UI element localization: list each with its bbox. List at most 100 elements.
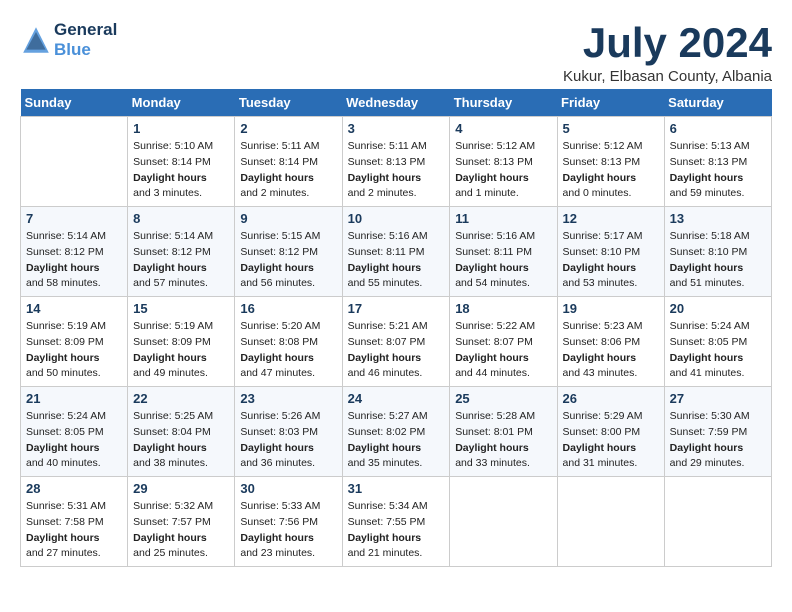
week-row-4: 21Sunrise: 5:24 AM Sunset: 8:05 PM Dayli…	[21, 387, 772, 477]
day-cell: 8Sunrise: 5:14 AM Sunset: 8:12 PM Daylig…	[128, 207, 235, 297]
day-cell: 25 Sunrise: 5:28 AM Sunset: 8:01 PM Dayli…	[450, 387, 557, 477]
day-cell	[664, 477, 771, 567]
day-detail: Sunrise: 5:14 AM Sunset: 8:12 PM Dayligh…	[26, 229, 122, 292]
day-cell	[21, 117, 128, 207]
week-row-1: 1 Sunrise: 5:10 AM Sunset: 8:14 PM Daylig…	[21, 117, 772, 207]
day-cell: 26 Sunrise: 5:29 AM Sunset: 8:00 PM Dayli…	[557, 387, 664, 477]
day-detail: Sunrise: 5:31 AM Sunset: 7:58 PM Dayligh…	[26, 499, 122, 562]
day-detail: Sunrise: 5:13 AM Sunset: 8:13 PM Dayligh…	[670, 139, 766, 202]
day-detail: Sunrise: 5:10 AM Sunset: 8:14 PM Dayligh…	[133, 139, 229, 202]
day-cell: 9 Sunrise: 5:15 AM Sunset: 8:12 PM Daylig…	[235, 207, 342, 297]
day-cell: 11 Sunrise: 5:16 AM Sunset: 8:11 PM Dayli…	[450, 207, 557, 297]
day-number: 19	[563, 301, 659, 316]
day-number: 3	[348, 121, 445, 136]
day-detail: Sunrise: 5:12 AM Sunset: 8:13 PM Dayligh…	[455, 139, 551, 202]
day-number: 29	[133, 481, 229, 496]
day-cell: 10 Sunrise: 5:16 AM Sunset: 8:11 PM Dayli…	[342, 207, 450, 297]
day-number: 17	[348, 301, 445, 316]
weekday-header-row: SundayMondayTuesdayWednesdayThursdayFrid…	[21, 89, 772, 117]
day-cell: 16 Sunrise: 5:20 AM Sunset: 8:08 PM Dayli…	[235, 297, 342, 387]
day-detail: Sunrise: 5:21 AM Sunset: 8:07 PM Dayligh…	[348, 319, 445, 382]
day-cell: 6 Sunrise: 5:13 AM Sunset: 8:13 PM Daylig…	[664, 117, 771, 207]
weekday-header-wednesday: Wednesday	[342, 89, 450, 117]
day-detail: Sunrise: 5:34 AM Sunset: 7:55 PM Dayligh…	[348, 499, 445, 562]
month-title: July 2024	[563, 20, 772, 66]
day-number: 2	[240, 121, 336, 136]
weekday-header-tuesday: Tuesday	[235, 89, 342, 117]
week-row-2: 7 Sunrise: 5:14 AM Sunset: 8:12 PM Daylig…	[21, 207, 772, 297]
day-detail: Sunrise: 5:16 AM Sunset: 8:11 PM Dayligh…	[348, 229, 445, 292]
weekday-header-sunday: Sunday	[21, 89, 128, 117]
day-number: 26	[563, 391, 659, 406]
day-detail: Sunrise: 5:25 AM Sunset: 8:04 PM Dayligh…	[133, 409, 229, 472]
day-detail: Sunrise: 5:20 AM Sunset: 8:08 PM Dayligh…	[240, 319, 336, 382]
day-number: 23	[240, 391, 336, 406]
day-cell: 17 Sunrise: 5:21 AM Sunset: 8:07 PM Dayli…	[342, 297, 450, 387]
day-detail: Sunrise: 5:15 AM Sunset: 8:12 PM Dayligh…	[240, 229, 336, 292]
day-cell: 5 Sunrise: 5:12 AM Sunset: 8:13 PM Daylig…	[557, 117, 664, 207]
week-row-3: 14 Sunrise: 5:19 AM Sunset: 8:09 PM Dayli…	[21, 297, 772, 387]
logo: General Blue	[20, 20, 117, 59]
day-number: 1	[133, 121, 229, 136]
day-number: 10	[348, 211, 445, 226]
day-cell: 27 Sunrise: 5:30 AM Sunset: 7:59 PM Dayli…	[664, 387, 771, 477]
day-number: 11	[455, 211, 551, 226]
day-cell	[557, 477, 664, 567]
day-cell: 14Sunrise: 5:19 AM Sunset: 8:09 PM Dayli…	[21, 297, 128, 387]
day-cell: 30Sunrise: 5:33 AM Sunset: 7:56 PM Dayli…	[235, 477, 342, 567]
day-detail: Sunrise: 5:11 AM Sunset: 8:13 PM Dayligh…	[348, 139, 445, 202]
day-detail: Sunrise: 5:33 AM Sunset: 7:56 PM Dayligh…	[240, 499, 336, 562]
day-detail: Sunrise: 5:12 AM Sunset: 8:13 PM Dayligh…	[563, 139, 659, 202]
weekday-header-thursday: Thursday	[450, 89, 557, 117]
location: Kukur, Elbasan County, Albania	[563, 68, 772, 85]
day-number: 22	[133, 391, 229, 406]
day-number: 9	[240, 211, 336, 226]
day-number: 31	[348, 481, 445, 496]
day-number: 4	[455, 121, 551, 136]
day-number: 21	[26, 391, 122, 406]
day-detail: Sunrise: 5:27 AM Sunset: 8:02 PM Dayligh…	[348, 409, 445, 472]
day-cell: 3 Sunrise: 5:11 AM Sunset: 8:13 PM Daylig…	[342, 117, 450, 207]
day-detail: Sunrise: 5:29 AM Sunset: 8:00 PM Dayligh…	[563, 409, 659, 472]
day-detail: Sunrise: 5:32 AM Sunset: 7:57 PM Dayligh…	[133, 499, 229, 562]
day-cell: 1 Sunrise: 5:10 AM Sunset: 8:14 PM Daylig…	[128, 117, 235, 207]
day-detail: Sunrise: 5:17 AM Sunset: 8:10 PM Dayligh…	[563, 229, 659, 292]
day-detail: Sunrise: 5:16 AM Sunset: 8:11 PM Dayligh…	[455, 229, 551, 292]
day-number: 18	[455, 301, 551, 316]
day-cell: 7 Sunrise: 5:14 AM Sunset: 8:12 PM Daylig…	[21, 207, 128, 297]
day-detail: Sunrise: 5:30 AM Sunset: 7:59 PM Dayligh…	[670, 409, 766, 472]
day-cell: 31 Sunrise: 5:34 AM Sunset: 7:55 PM Dayli…	[342, 477, 450, 567]
day-detail: Sunrise: 5:23 AM Sunset: 8:06 PM Dayligh…	[563, 319, 659, 382]
day-number: 20	[670, 301, 766, 316]
day-number: 5	[563, 121, 659, 136]
day-number: 12	[563, 211, 659, 226]
day-cell: 21Sunrise: 5:24 AM Sunset: 8:05 PM Dayli…	[21, 387, 128, 477]
day-number: 25	[455, 391, 551, 406]
day-cell: 19 Sunrise: 5:23 AM Sunset: 8:06 PM Dayli…	[557, 297, 664, 387]
day-number: 16	[240, 301, 336, 316]
day-number: 8	[133, 211, 229, 226]
page-header: General Blue July 2024 Kukur, Elbasan Co…	[20, 20, 772, 85]
day-cell: 18 Sunrise: 5:22 AM Sunset: 8:07 PM Dayli…	[450, 297, 557, 387]
day-number: 28	[26, 481, 122, 496]
day-cell: 20Sunrise: 5:24 AM Sunset: 8:05 PM Dayli…	[664, 297, 771, 387]
logo-icon	[20, 24, 52, 56]
day-cell: 12 Sunrise: 5:17 AM Sunset: 8:10 PM Dayli…	[557, 207, 664, 297]
day-detail: Sunrise: 5:22 AM Sunset: 8:07 PM Dayligh…	[455, 319, 551, 382]
day-detail: Sunrise: 5:11 AM Sunset: 8:14 PM Dayligh…	[240, 139, 336, 202]
day-number: 13	[670, 211, 766, 226]
day-detail: Sunrise: 5:19 AM Sunset: 8:09 PM Dayligh…	[133, 319, 229, 382]
day-number: 6	[670, 121, 766, 136]
calendar-table: SundayMondayTuesdayWednesdayThursdayFrid…	[20, 89, 772, 567]
day-cell: 22 Sunrise: 5:25 AM Sunset: 8:04 PM Dayli…	[128, 387, 235, 477]
day-number: 14	[26, 301, 122, 316]
day-detail: Sunrise: 5:28 AM Sunset: 8:01 PM Dayligh…	[455, 409, 551, 472]
day-cell: 4 Sunrise: 5:12 AM Sunset: 8:13 PM Daylig…	[450, 117, 557, 207]
day-cell: 13Sunrise: 5:18 AM Sunset: 8:10 PM Dayli…	[664, 207, 771, 297]
day-number: 27	[670, 391, 766, 406]
week-row-5: 28 Sunrise: 5:31 AM Sunset: 7:58 PM Dayli…	[21, 477, 772, 567]
day-detail: Sunrise: 5:26 AM Sunset: 8:03 PM Dayligh…	[240, 409, 336, 472]
day-cell: 2 Sunrise: 5:11 AM Sunset: 8:14 PM Daylig…	[235, 117, 342, 207]
day-cell: 29 Sunrise: 5:32 AM Sunset: 7:57 PM Dayli…	[128, 477, 235, 567]
day-number: 7	[26, 211, 122, 226]
